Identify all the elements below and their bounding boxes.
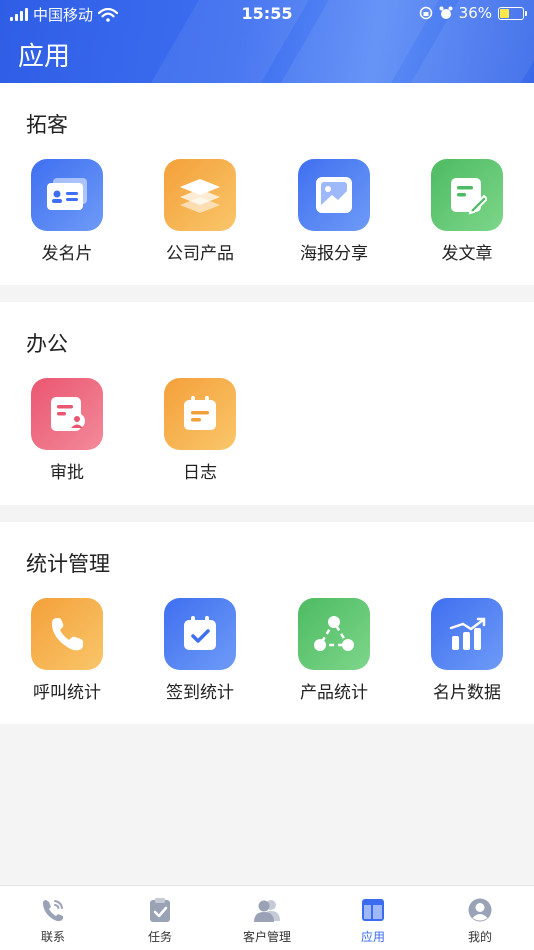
layers-icon: [164, 159, 236, 231]
status-bar: 中国移动 15:55 36%: [0, 0, 534, 28]
profile-icon: [427, 896, 533, 924]
section-tuoke: 拓客 发名片 公司产品 海报分享 发文章: [0, 83, 534, 285]
tab-label: 应用: [360, 930, 385, 944]
clipboard-icon: [107, 896, 213, 924]
app-call-stats[interactable]: 呼叫统计: [12, 598, 122, 703]
image-icon: [298, 159, 370, 231]
tab-me[interactable]: 我的: [427, 896, 533, 945]
app-poster-share[interactable]: 海报分享: [279, 159, 389, 264]
app-label: 公司产品: [166, 244, 234, 264]
calendar-check-icon: [164, 598, 236, 670]
app-label: 发文章: [441, 244, 493, 264]
header: 中国移动 15:55 36% 应用: [0, 0, 534, 83]
tab-tasks[interactable]: 任务: [107, 896, 213, 945]
business-card-icon: [31, 159, 103, 231]
app-send-card[interactable]: 发名片: [12, 159, 122, 264]
app-company-products[interactable]: 公司产品: [145, 159, 255, 264]
app-label: 名片数据: [433, 683, 501, 703]
app-card-data[interactable]: 名片数据: [412, 598, 522, 703]
users-icon: [214, 896, 320, 924]
approval-icon: [31, 378, 103, 450]
app-label: 审批: [50, 463, 84, 483]
log-icon: [164, 378, 236, 450]
app-label: 签到统计: [166, 683, 234, 703]
tab-label: 任务: [147, 930, 172, 944]
tab-label: 我的: [467, 930, 492, 944]
bar-chart-icon: [431, 598, 503, 670]
app-label: 日志: [183, 463, 217, 483]
alarm-icon: [439, 6, 453, 19]
app-label: 产品统计: [300, 683, 368, 703]
app-label: 海报分享: [300, 244, 368, 264]
app-label: 呼叫统计: [33, 683, 101, 703]
section-office: 办公 审批 日志: [0, 302, 534, 505]
share-nodes-icon: [298, 598, 370, 670]
tab-contact[interactable]: 联系: [0, 896, 106, 945]
app-approval[interactable]: 审批: [12, 378, 122, 483]
app-label: 发名片: [41, 244, 93, 264]
phone-call-icon: [0, 896, 106, 924]
apps-icon: [320, 896, 426, 924]
phone-icon: [31, 598, 103, 670]
tab-label: 联系: [40, 930, 65, 944]
section-statistics: 统计管理 呼叫统计 签到统计 产品统计 名片数据: [0, 522, 534, 724]
section-title: 拓客: [26, 113, 68, 137]
page-title: 应用: [18, 42, 71, 72]
tab-apps[interactable]: 应用: [320, 896, 426, 945]
edit-document-icon: [431, 159, 503, 231]
section-title: 统计管理: [26, 552, 110, 576]
lock-rotation-icon: [419, 6, 432, 20]
app-checkin-stats[interactable]: 签到统计: [145, 598, 255, 703]
tab-bar: 联系 任务 客户管理 应用 我的: [0, 885, 534, 950]
battery-icon: [498, 6, 527, 20]
app-send-article[interactable]: 发文章: [412, 159, 522, 264]
tab-label: 客户管理: [242, 930, 291, 944]
section-title: 办公: [26, 332, 68, 356]
app-product-stats[interactable]: 产品统计: [279, 598, 389, 703]
app-log[interactable]: 日志: [145, 378, 255, 483]
battery-percent: 36%: [458, 4, 492, 22]
tab-customers[interactable]: 客户管理: [214, 896, 320, 945]
